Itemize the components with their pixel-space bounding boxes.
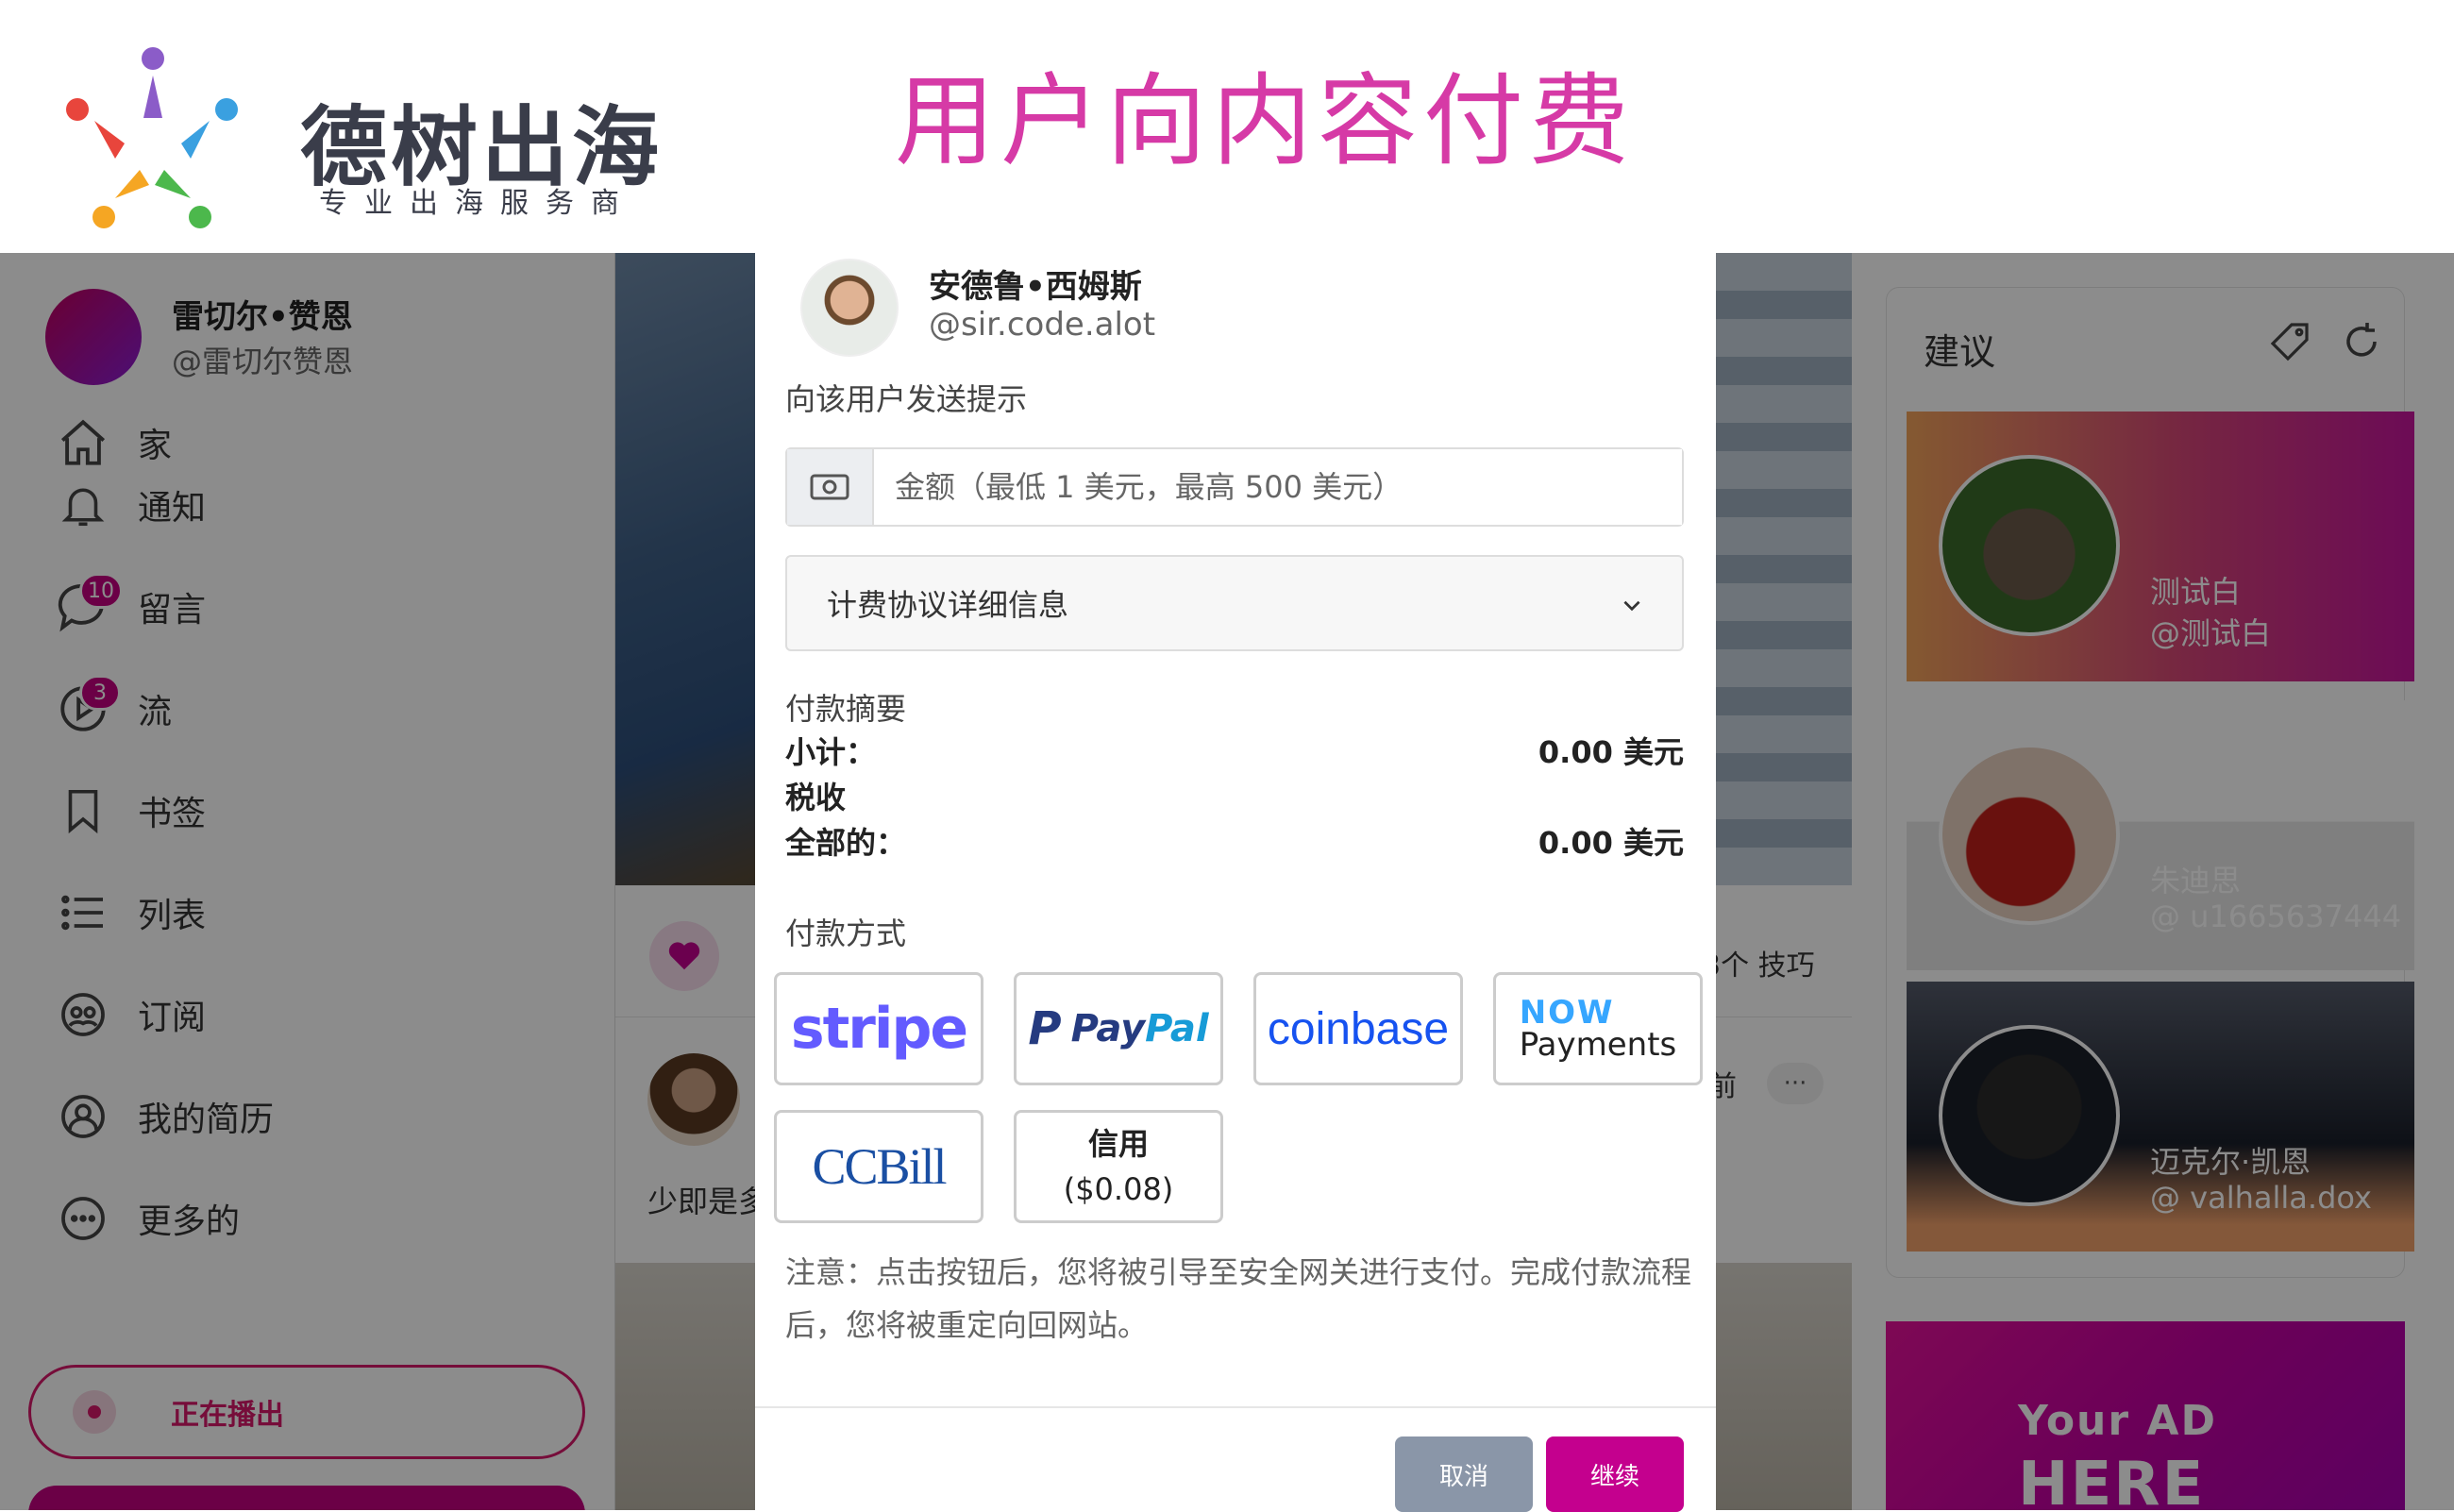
payment-method-title: 付款方式 — [785, 916, 907, 951]
total-label: 全部的： — [785, 825, 907, 861]
payment-summary-title: 付款摘要 — [785, 691, 907, 727]
ccbill-logo: CCBill — [812, 1138, 947, 1195]
paypal-p-icon: P — [1028, 1002, 1062, 1055]
recipient-handle: @sir.code.alot — [929, 306, 1156, 344]
page-title: 用户向内容付费 — [895, 63, 1635, 179]
coinbase-logo: coinbase — [1267, 1003, 1450, 1054]
stripe-logo: stripe — [790, 996, 968, 1062]
stripe-button[interactable]: stripe — [774, 972, 983, 1085]
ccbill-button[interactable]: CCBill — [774, 1110, 983, 1223]
nowpayments-button[interactable]: NOW Payments — [1493, 972, 1703, 1085]
coinbase-button[interactable]: coinbase — [1253, 972, 1463, 1085]
credit-balance: 信用 ($0.08) — [1063, 1126, 1174, 1207]
header-banner: 德树出海 专业出海服务商 用户向内容付费 — [0, 0, 2454, 253]
total-row: 全部的： 0.00 美元 — [785, 819, 1684, 863]
brand-tagline: 专业出海服务商 — [319, 187, 636, 220]
paypal-logo: P Pay Pal — [1028, 1002, 1209, 1055]
billing-terms-label: 计费协议详细信息 — [827, 587, 1069, 623]
nowpayments-logo: NOW Payments — [1519, 994, 1677, 1064]
continue-button[interactable]: 继续 — [1546, 1436, 1684, 1512]
brand-logo-icon — [66, 47, 238, 228]
subtotal-row: 小计： 0.00 美元 — [785, 729, 1684, 772]
amount-input[interactable] — [874, 449, 1682, 525]
credit-button[interactable]: 信用 ($0.08) — [1014, 1110, 1223, 1223]
paypal-button[interactable]: P Pay Pal — [1014, 972, 1223, 1085]
recipient-name: 安德鲁•西姆斯 — [929, 268, 1142, 306]
subtotal-label: 小计： — [785, 734, 877, 770]
cancel-button[interactable]: 取消 — [1395, 1436, 1533, 1512]
billing-terms-dropdown[interactable]: 计费协议详细信息 — [785, 555, 1684, 651]
avatar — [800, 259, 899, 357]
chevron-down-icon — [1623, 600, 1640, 612]
subtotal-value: 0.00 美元 — [1538, 734, 1684, 770]
tip-modal: 安德鲁•西姆斯 @sir.code.alot 向该用户发送提示 计费协议详细信息… — [755, 253, 1716, 1512]
payment-notice: 注意：点击按钮后，您将被引导至安全网关进行支付。完成付款流程后，您将被重定向回网… — [785, 1254, 1692, 1343]
amount-field-group — [785, 447, 1684, 527]
tax-label: 税收 — [785, 780, 847, 815]
total-value: 0.00 美元 — [1538, 825, 1684, 861]
money-icon — [787, 449, 874, 525]
modal-footer-divider — [755, 1406, 1716, 1408]
tax-row: 税收 — [785, 774, 1684, 817]
tip-prompt: 向该用户发送提示 — [785, 381, 1028, 417]
